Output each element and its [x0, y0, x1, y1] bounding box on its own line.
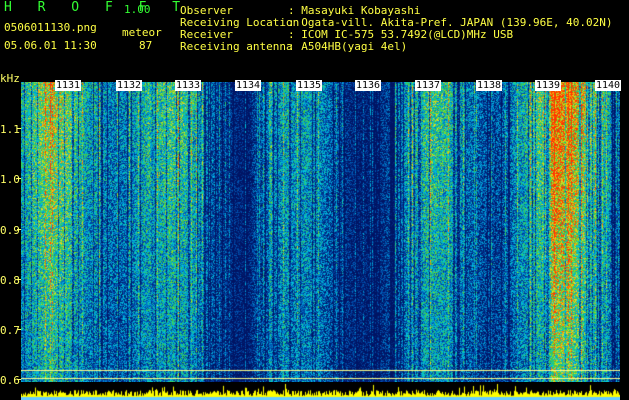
y-tick-label: 0.8: [0, 274, 20, 287]
capture-datetime: 05.06.01 11:30: [4, 39, 97, 52]
minute-label: 1131: [55, 80, 82, 91]
y-tick-mark: [17, 379, 21, 380]
y-tick-mark: [17, 329, 21, 330]
app-version: 1.00: [124, 3, 151, 16]
y-tick-mark: [17, 279, 21, 280]
minute-label: 1139: [535, 80, 562, 91]
app-title: H R O F F T: [4, 0, 190, 15]
minute-label: 1132: [116, 80, 143, 91]
minute-label: 1135: [296, 80, 323, 91]
meteor-label: meteor: [122, 26, 162, 39]
spectrogram-canvas: [21, 82, 620, 382]
y-tick-label: 0.6: [0, 374, 20, 387]
y-tick-mark: [17, 128, 21, 129]
y-tick-label: 1.1: [0, 123, 20, 136]
frequency-unit-label: kHz: [0, 72, 20, 85]
minute-label: 1133: [175, 80, 202, 91]
minute-label: 1137: [415, 80, 442, 91]
y-tick-label: 1.0: [0, 173, 20, 186]
minute-label: 1140: [595, 80, 622, 91]
minute-label: 1134: [235, 80, 262, 91]
signal-level-bar: [21, 382, 620, 400]
minute-label: 1138: [476, 80, 503, 91]
minute-label: 1136: [355, 80, 382, 91]
antenna-label: Receiving antenna: [180, 40, 293, 53]
y-tick-mark: [17, 178, 21, 179]
file-name: 0506011130.png: [4, 21, 97, 34]
antenna-value: : A504HB(yagi 4el): [288, 40, 408, 53]
spectrogram: [21, 82, 620, 382]
meteor-count: 87: [139, 39, 153, 52]
y-tick-mark: [17, 229, 21, 230]
y-tick-label: 0.9: [0, 224, 20, 237]
y-tick-label: 0.7: [0, 324, 20, 337]
